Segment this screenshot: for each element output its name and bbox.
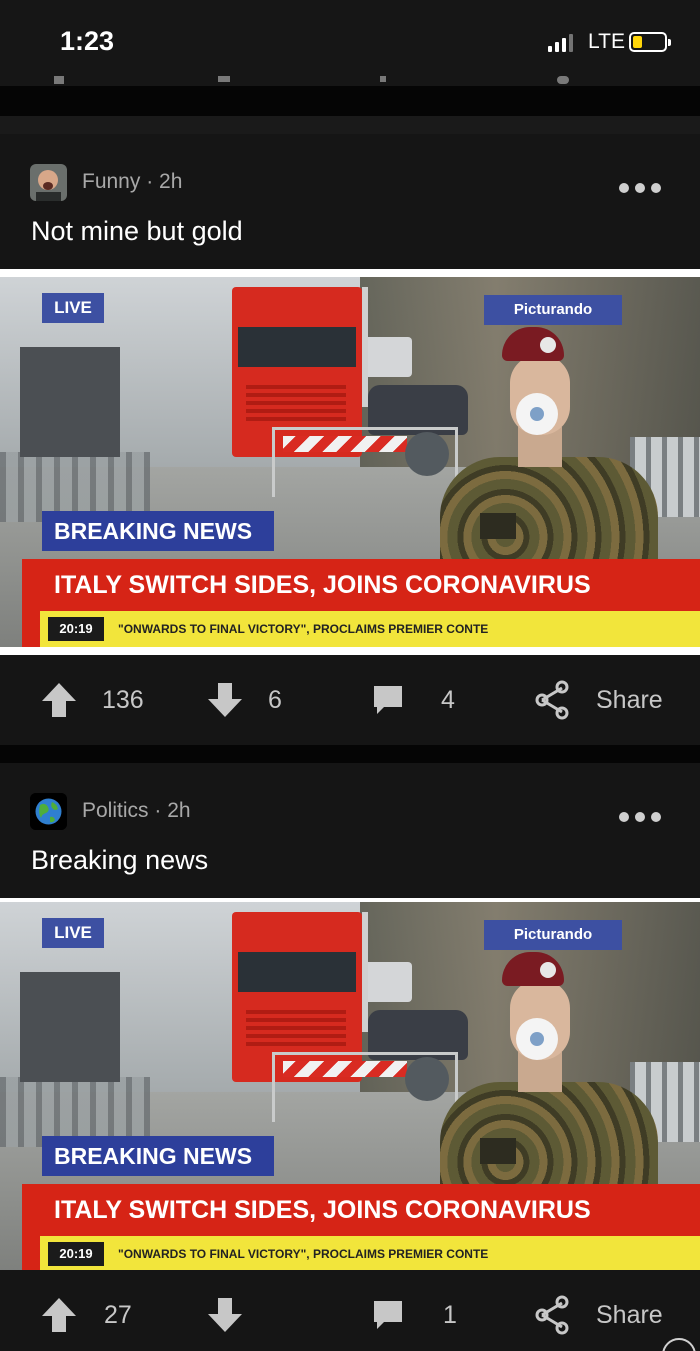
post-title[interactable]: Breaking news — [31, 845, 208, 876]
ticker-text: "ONWARDS TO FINAL VICTORY", PROCLAIMS PR… — [118, 1247, 489, 1261]
scroll-top-icon[interactable] — [662, 1338, 696, 1351]
network-label: LTE — [588, 30, 625, 53]
more-icon[interactable] — [618, 797, 662, 831]
post-age: · 2h — [154, 799, 191, 822]
separator — [0, 86, 700, 116]
share-label[interactable]: Share — [596, 1270, 663, 1351]
post-section[interactable]: Funny · 2h — [82, 170, 182, 194]
upvote-count: 27 — [104, 1300, 132, 1329]
post-header[interactable]: Politics · 2h Breaking news — [0, 763, 700, 898]
upvote-icon[interactable] — [40, 1296, 78, 1334]
section-name[interactable]: Funny — [82, 170, 140, 193]
downvote-button[interactable] — [206, 655, 244, 745]
downvote-icon[interactable] — [206, 1296, 244, 1334]
downvote-icon[interactable] — [206, 681, 244, 719]
separator — [0, 116, 700, 134]
comment-button[interactable] — [370, 1270, 406, 1351]
share-icon[interactable] — [534, 680, 570, 720]
post-image[interactable]: LIVE Picturando BREAKING NEWS ITALY SWIT… — [0, 902, 700, 1270]
brand-badge: Picturando — [484, 295, 622, 325]
post-section[interactable]: Politics · 2h — [82, 799, 191, 823]
ticker-clock: 20:19 — [48, 617, 104, 641]
upvote-count: 136 — [102, 685, 144, 714]
upvote-button[interactable] — [40, 1270, 78, 1351]
post-header[interactable]: Funny · 2h Not mine but gold — [0, 134, 700, 269]
globe-icon[interactable] — [30, 793, 67, 830]
post-age: · 2h — [146, 170, 183, 193]
separator — [0, 745, 700, 763]
live-badge: LIVE — [42, 293, 104, 323]
share-button[interactable] — [534, 655, 570, 745]
tab-hint — [218, 76, 230, 82]
share-button[interactable] — [534, 1270, 570, 1351]
news-ticker: 20:19 "ONWARDS TO FINAL VICTORY", PROCLA… — [40, 611, 700, 647]
breaking-news-label: BREAKING NEWS — [42, 1136, 274, 1176]
share-label[interactable]: Share — [596, 655, 663, 745]
signal-icon — [548, 34, 574, 52]
post-image[interactable]: LIVE Picturando BREAKING NEWS ITALY SWIT… — [0, 277, 700, 647]
post-title[interactable]: Not mine but gold — [31, 216, 243, 247]
news-headline: ITALY SWITCH SIDES, JOINS CORONAVIRUS — [40, 1184, 700, 1236]
comment-button[interactable] — [370, 655, 406, 745]
status-bar: 1:23 LTE — [0, 0, 700, 86]
post-actions: 27 1 Share — [0, 1270, 700, 1351]
comment-count: 1 — [443, 1300, 457, 1329]
post-actions: 136 6 4 Share — [0, 655, 700, 745]
tab-hint — [557, 76, 569, 84]
tab-hint — [380, 76, 386, 82]
comment-count: 4 — [441, 685, 455, 714]
image-border — [0, 647, 700, 655]
status-time: 1:23 — [60, 26, 115, 56]
news-headline: ITALY SWITCH SIDES, JOINS CORONAVIRUS — [40, 559, 700, 611]
battery-icon — [629, 32, 671, 52]
tab-hint — [54, 76, 64, 84]
ticker-text: "ONWARDS TO FINAL VICTORY", PROCLAIMS PR… — [118, 622, 489, 636]
downvote-count: 6 — [268, 685, 282, 714]
live-badge: LIVE — [42, 918, 104, 948]
image-border — [0, 269, 700, 277]
section-name[interactable]: Politics — [82, 799, 149, 822]
more-icon[interactable] — [618, 168, 662, 202]
ticker-clock: 20:19 — [48, 1242, 104, 1266]
news-ticker: 20:19 "ONWARDS TO FINAL VICTORY", PROCLA… — [40, 1236, 700, 1270]
brand-badge: Picturando — [484, 920, 622, 950]
comment-icon[interactable] — [370, 1297, 406, 1333]
upvote-button[interactable] — [40, 655, 78, 745]
avatar-icon[interactable] — [30, 164, 67, 201]
downvote-button[interactable] — [206, 1270, 244, 1351]
comment-icon[interactable] — [370, 682, 406, 718]
breaking-news-label: BREAKING NEWS — [42, 511, 274, 551]
upvote-icon[interactable] — [40, 681, 78, 719]
share-icon[interactable] — [534, 1295, 570, 1335]
